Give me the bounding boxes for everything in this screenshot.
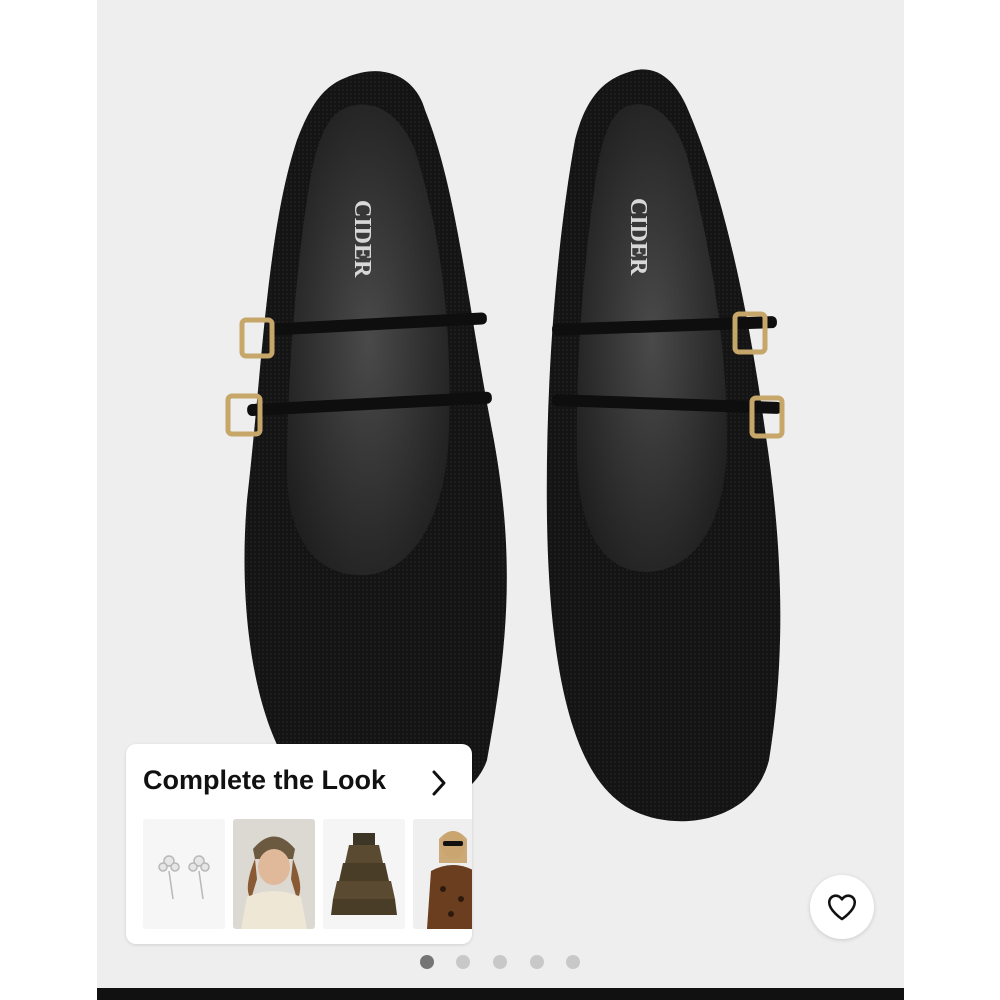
complete-the-look-card[interactable]: Complete the Look — [126, 744, 472, 944]
look-item-ruffle-dress[interactable] — [323, 819, 405, 929]
complete-the-look-title: Complete the Look — [143, 765, 387, 795]
look-item-leopard-top-model[interactable] — [413, 819, 472, 929]
left-shoe: CIDER — [225, 71, 507, 815]
bottom-bar — [97, 988, 904, 1000]
left-insole-brand: CIDER — [349, 200, 375, 278]
chevron-right-icon[interactable] — [428, 768, 450, 798]
carousel-dot[interactable] — [420, 955, 434, 969]
look-item-bandana-model[interactable] — [233, 819, 315, 929]
carousel-dot[interactable] — [493, 955, 507, 969]
right-insole-brand: CIDER — [625, 198, 651, 276]
look-thumbnails[interactable] — [143, 819, 472, 929]
heart-outline-icon — [827, 894, 857, 921]
carousel-dot[interactable] — [530, 955, 544, 969]
carousel-pagination[interactable] — [418, 955, 588, 971]
carousel-dot[interactable] — [456, 955, 470, 969]
carousel-dot[interactable] — [566, 955, 580, 969]
right-shoe: CIDER — [546, 69, 785, 822]
favorite-button[interactable] — [810, 875, 874, 939]
look-item-earrings[interactable] — [143, 819, 225, 929]
